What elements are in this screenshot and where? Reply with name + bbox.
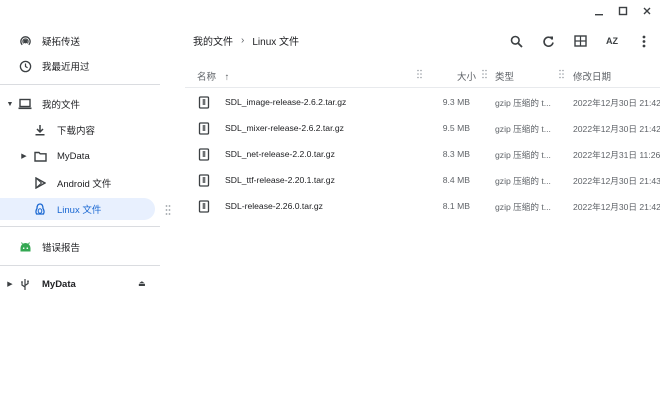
download-icon	[33, 123, 47, 137]
window-controls	[592, 4, 654, 18]
file-row[interactable]: SDL_ttf-release-2.20.1.tar.gz 8.4 MB gzi…	[185, 168, 660, 194]
file-size: 8.4 MB	[442, 175, 470, 185]
archive-file-icon	[198, 148, 210, 161]
file-size: 8.1 MB	[442, 201, 470, 211]
maximize-icon[interactable]	[616, 4, 630, 18]
file-row[interactable]: SDL-release-2.26.0.tar.gz 8.1 MB gzip 压缩…	[185, 194, 660, 220]
sidebar-divider	[0, 265, 160, 266]
chevron-right-icon[interactable]: ▶	[6, 280, 14, 288]
sidebar-item-usb-mydata[interactable]: ▶ MyData	[0, 273, 160, 295]
sidebar-item-label: 下载内容	[57, 126, 96, 137]
column-header-size[interactable]: 大小	[457, 69, 476, 83]
sidebar-item-my-files[interactable]: ▼ 我的文件	[0, 93, 160, 115]
sidebar-divider	[0, 226, 160, 227]
chevron-down-icon[interactable]: ▼	[6, 101, 14, 108]
sidebar-item-android-files[interactable]: Android 文件	[0, 172, 160, 194]
archive-file-icon	[198, 174, 210, 187]
sidebar-item-label: Linux 文件	[57, 205, 102, 216]
file-name: SDL-release-2.26.0.tar.gz	[225, 201, 323, 211]
file-name: SDL_ttf-release-2.20.1.tar.gz	[225, 175, 335, 185]
sidebar-resize-handle[interactable]	[165, 204, 171, 216]
file-name: SDL_net-release-2.2.0.tar.gz	[225, 149, 335, 159]
breadcrumb-root[interactable]: 我的文件	[193, 33, 233, 48]
search-icon[interactable]	[505, 30, 527, 52]
sidebar-item-nearby-share[interactable]: 疑拓传送	[0, 30, 160, 52]
file-modified: 2022年12月30日 21:43	[573, 176, 660, 186]
file-size: 9.5 MB	[442, 123, 470, 133]
sidebar-item-label: 错误报告	[42, 243, 81, 254]
sidebar-item-recent[interactable]: 我最近用过	[0, 55, 160, 77]
file-type: gzip 压缩的 t...	[495, 176, 551, 186]
file-list-header: 名称 ↑ 大小 类型 修改日期	[185, 62, 660, 88]
eject-icon[interactable]: ⏏	[138, 279, 146, 288]
archive-file-icon	[198, 96, 210, 109]
column-header-type[interactable]: 类型	[495, 69, 514, 83]
file-name: SDL_image-release-2.6.2.tar.gz	[225, 97, 347, 107]
sidebar-item-label: 疑拓传送	[42, 37, 81, 48]
column-resize-handle[interactable]	[482, 69, 487, 79]
android-icon	[18, 240, 32, 254]
chevron-right-icon: ›	[241, 35, 245, 46]
laptop-icon	[18, 97, 32, 111]
sidebar-divider	[0, 84, 160, 85]
file-row[interactable]: SDL_mixer-release-2.6.2.tar.gz 9.5 MB gz…	[185, 116, 660, 142]
sidebar-item-bug-report[interactable]: 错误报告	[0, 236, 160, 258]
linux-penguin-icon	[33, 202, 47, 216]
refresh-icon[interactable]	[537, 30, 559, 52]
file-type: gzip 压缩的 t...	[495, 124, 551, 134]
file-name: SDL_mixer-release-2.6.2.tar.gz	[225, 123, 344, 133]
column-resize-handle[interactable]	[417, 69, 422, 79]
file-type: gzip 压缩的 t...	[495, 150, 551, 160]
breadcrumb: 我的文件 › Linux 文件	[193, 33, 299, 48]
archive-file-icon	[198, 200, 210, 213]
file-size: 8.3 MB	[442, 149, 470, 159]
file-row[interactable]: SDL_net-release-2.2.0.tar.gz 8.3 MB gzip…	[185, 142, 660, 168]
more-vert-icon[interactable]	[633, 30, 655, 52]
column-header-name[interactable]: 名称 ↑	[197, 69, 229, 83]
sidebar-item-mydata-folder[interactable]: ▶ MyData	[0, 145, 160, 167]
file-type: gzip 压缩的 t...	[495, 98, 551, 108]
file-modified: 2022年12月30日 21:42	[573, 98, 660, 108]
close-icon[interactable]	[640, 4, 654, 18]
file-modified: 2022年12月30日 21:42	[573, 124, 660, 134]
sidebar-item-label: 我最近用过	[42, 62, 90, 73]
toolbar: AZ	[505, 30, 655, 52]
column-resize-handle[interactable]	[559, 69, 564, 79]
sort-az-icon[interactable]: AZ	[601, 30, 623, 52]
sidebar-item-label: MyData	[42, 278, 76, 290]
usb-icon	[18, 277, 32, 291]
chevron-right-icon[interactable]: ▶	[20, 152, 28, 160]
recent-clock-icon	[18, 59, 32, 73]
sidebar-item-label: MyData	[57, 150, 90, 162]
folder-icon	[33, 149, 47, 163]
breadcrumb-current[interactable]: Linux 文件	[252, 33, 299, 48]
file-modified: 2022年12月31日 11:26	[573, 150, 660, 160]
file-modified: 2022年12月30日 21:42	[573, 202, 660, 212]
minimize-icon[interactable]	[592, 4, 606, 18]
play-store-icon	[33, 176, 47, 190]
sidebar-item-linux-files[interactable]: Linux 文件	[0, 198, 155, 220]
sidebar-item-downloads[interactable]: 下载内容	[0, 119, 160, 141]
sidebar-item-label: 我的文件	[42, 100, 81, 111]
sidebar-item-label: Android 文件	[57, 179, 112, 190]
column-header-modified[interactable]: 修改日期	[573, 69, 611, 83]
file-row[interactable]: SDL_image-release-2.6.2.tar.gz 9.3 MB gz…	[185, 90, 660, 116]
sidebar: 疑拓传送 我最近用过 ▼ 我的文件 下载内容 ▶ MyData Android …	[0, 0, 160, 401]
file-size: 9.3 MB	[442, 97, 470, 107]
sort-arrow-up-icon: ↑	[224, 72, 230, 83]
archive-file-icon	[198, 122, 210, 135]
file-type: gzip 压缩的 t...	[495, 202, 551, 212]
grid-view-icon[interactable]	[569, 30, 591, 52]
sort-az-label: AZ	[606, 36, 618, 46]
nearby-share-icon	[18, 34, 32, 48]
